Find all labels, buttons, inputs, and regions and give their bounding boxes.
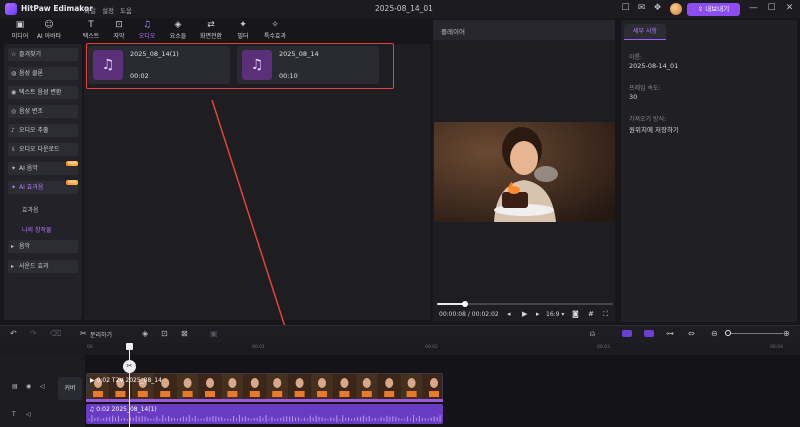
freeze-icon[interactable]: ▣ xyxy=(210,329,218,338)
clip-frame xyxy=(176,374,199,400)
snapshot-icon[interactable]: ◙ xyxy=(572,310,579,318)
clip-frame xyxy=(333,374,356,400)
playhead-handle[interactable] xyxy=(126,343,133,350)
ruler-tick: 00:03 xyxy=(597,345,610,350)
clip-frame xyxy=(400,374,423,400)
crop-icon[interactable]: ⊠ xyxy=(181,329,188,338)
player-progress-fill xyxy=(437,303,465,305)
text-box-icon[interactable]: ⊡ xyxy=(161,329,168,338)
detail-label: 프레임 속도: xyxy=(629,85,661,92)
split-button[interactable]: 분리하기 xyxy=(90,330,112,339)
detail-value: 30 xyxy=(629,93,638,101)
detail-label: 가져오기 방식: xyxy=(629,116,667,123)
zoom-knob[interactable] xyxy=(725,330,731,336)
delete-icon[interactable]: ⌫ xyxy=(50,329,61,338)
ruler-tick: 00:01 xyxy=(252,345,265,350)
redo-icon[interactable]: ↷ xyxy=(30,329,37,338)
clip-frame xyxy=(423,374,442,400)
video-clip-label: ▶ 0:02 T2V 2025_08_14 xyxy=(90,377,162,384)
track-video-icon: ▤ xyxy=(12,383,18,390)
split-icon[interactable]: ✂ xyxy=(80,329,87,338)
chain-icon[interactable]: ⊶ xyxy=(666,329,674,338)
detail-value: 원위치에 저장하기 xyxy=(629,126,679,134)
player-progress-knob[interactable] xyxy=(462,301,468,307)
tab-details[interactable]: 세부 사항 xyxy=(624,24,666,40)
audio-clip-label: ♫ 0:02 2025_08_14(1) xyxy=(89,406,157,413)
clip-frame xyxy=(378,374,401,400)
player-label: 플레이어 xyxy=(441,28,465,36)
video-frame-image xyxy=(434,122,615,222)
timeline-toolbar xyxy=(0,325,800,343)
microphone-icon[interactable]: ⍝ xyxy=(590,329,595,339)
clip-frame xyxy=(288,374,311,400)
prev-frame-icon[interactable]: ◂ xyxy=(507,310,511,318)
zoom-out-icon[interactable]: ⊖ xyxy=(711,329,718,338)
speaker-icon[interactable]: ◁ xyxy=(40,383,45,390)
zoom-in-icon[interactable]: ⊕ xyxy=(783,329,790,338)
cover-button[interactable]: 커버 xyxy=(58,377,82,400)
clip-frame xyxy=(199,374,221,400)
zoom-slider[interactable] xyxy=(727,333,783,334)
timeline-ruler[interactable] xyxy=(0,343,800,355)
scissors-icon[interactable]: ✂ xyxy=(123,360,136,373)
grid-icon[interactable]: # xyxy=(588,310,594,318)
clip-frame xyxy=(221,374,244,400)
player-timecode: 00:00:08 / 00:02:02 xyxy=(439,311,499,318)
magnet-toggle[interactable] xyxy=(622,330,632,337)
undo-icon[interactable]: ↶ xyxy=(10,329,17,338)
clip-frame xyxy=(243,374,266,400)
fullscreen-icon[interactable]: ⛶ xyxy=(603,310,608,319)
video-clip-audio-bar xyxy=(86,399,443,402)
playhead[interactable] xyxy=(129,343,130,427)
clip-frame xyxy=(266,374,289,400)
next-frame-icon[interactable]: ▸ xyxy=(536,310,540,318)
eye-icon[interactable]: ◉ xyxy=(26,383,31,390)
track-text-icon: T xyxy=(12,411,16,418)
fit-icon[interactable]: ⇔ xyxy=(688,329,695,338)
ruler-tick: 00:04 xyxy=(770,345,783,350)
shield-icon[interactable]: ◈ xyxy=(142,329,148,338)
play-icon[interactable]: ▶ xyxy=(522,310,527,318)
speaker-icon[interactable]: ◁ xyxy=(26,411,31,418)
aspect-ratio-select[interactable]: 16:9 ▾ xyxy=(546,311,564,318)
video-preview[interactable] xyxy=(434,122,615,222)
ruler-tick: 00:02 xyxy=(425,345,438,350)
ruler-tick: 00 xyxy=(87,345,93,350)
clip-frame xyxy=(311,374,333,400)
detail-label: 이름: xyxy=(629,54,643,61)
link-toggle[interactable] xyxy=(644,330,654,337)
detail-value: 2025-08-14_01 xyxy=(629,62,679,70)
clip-frame xyxy=(355,374,378,400)
